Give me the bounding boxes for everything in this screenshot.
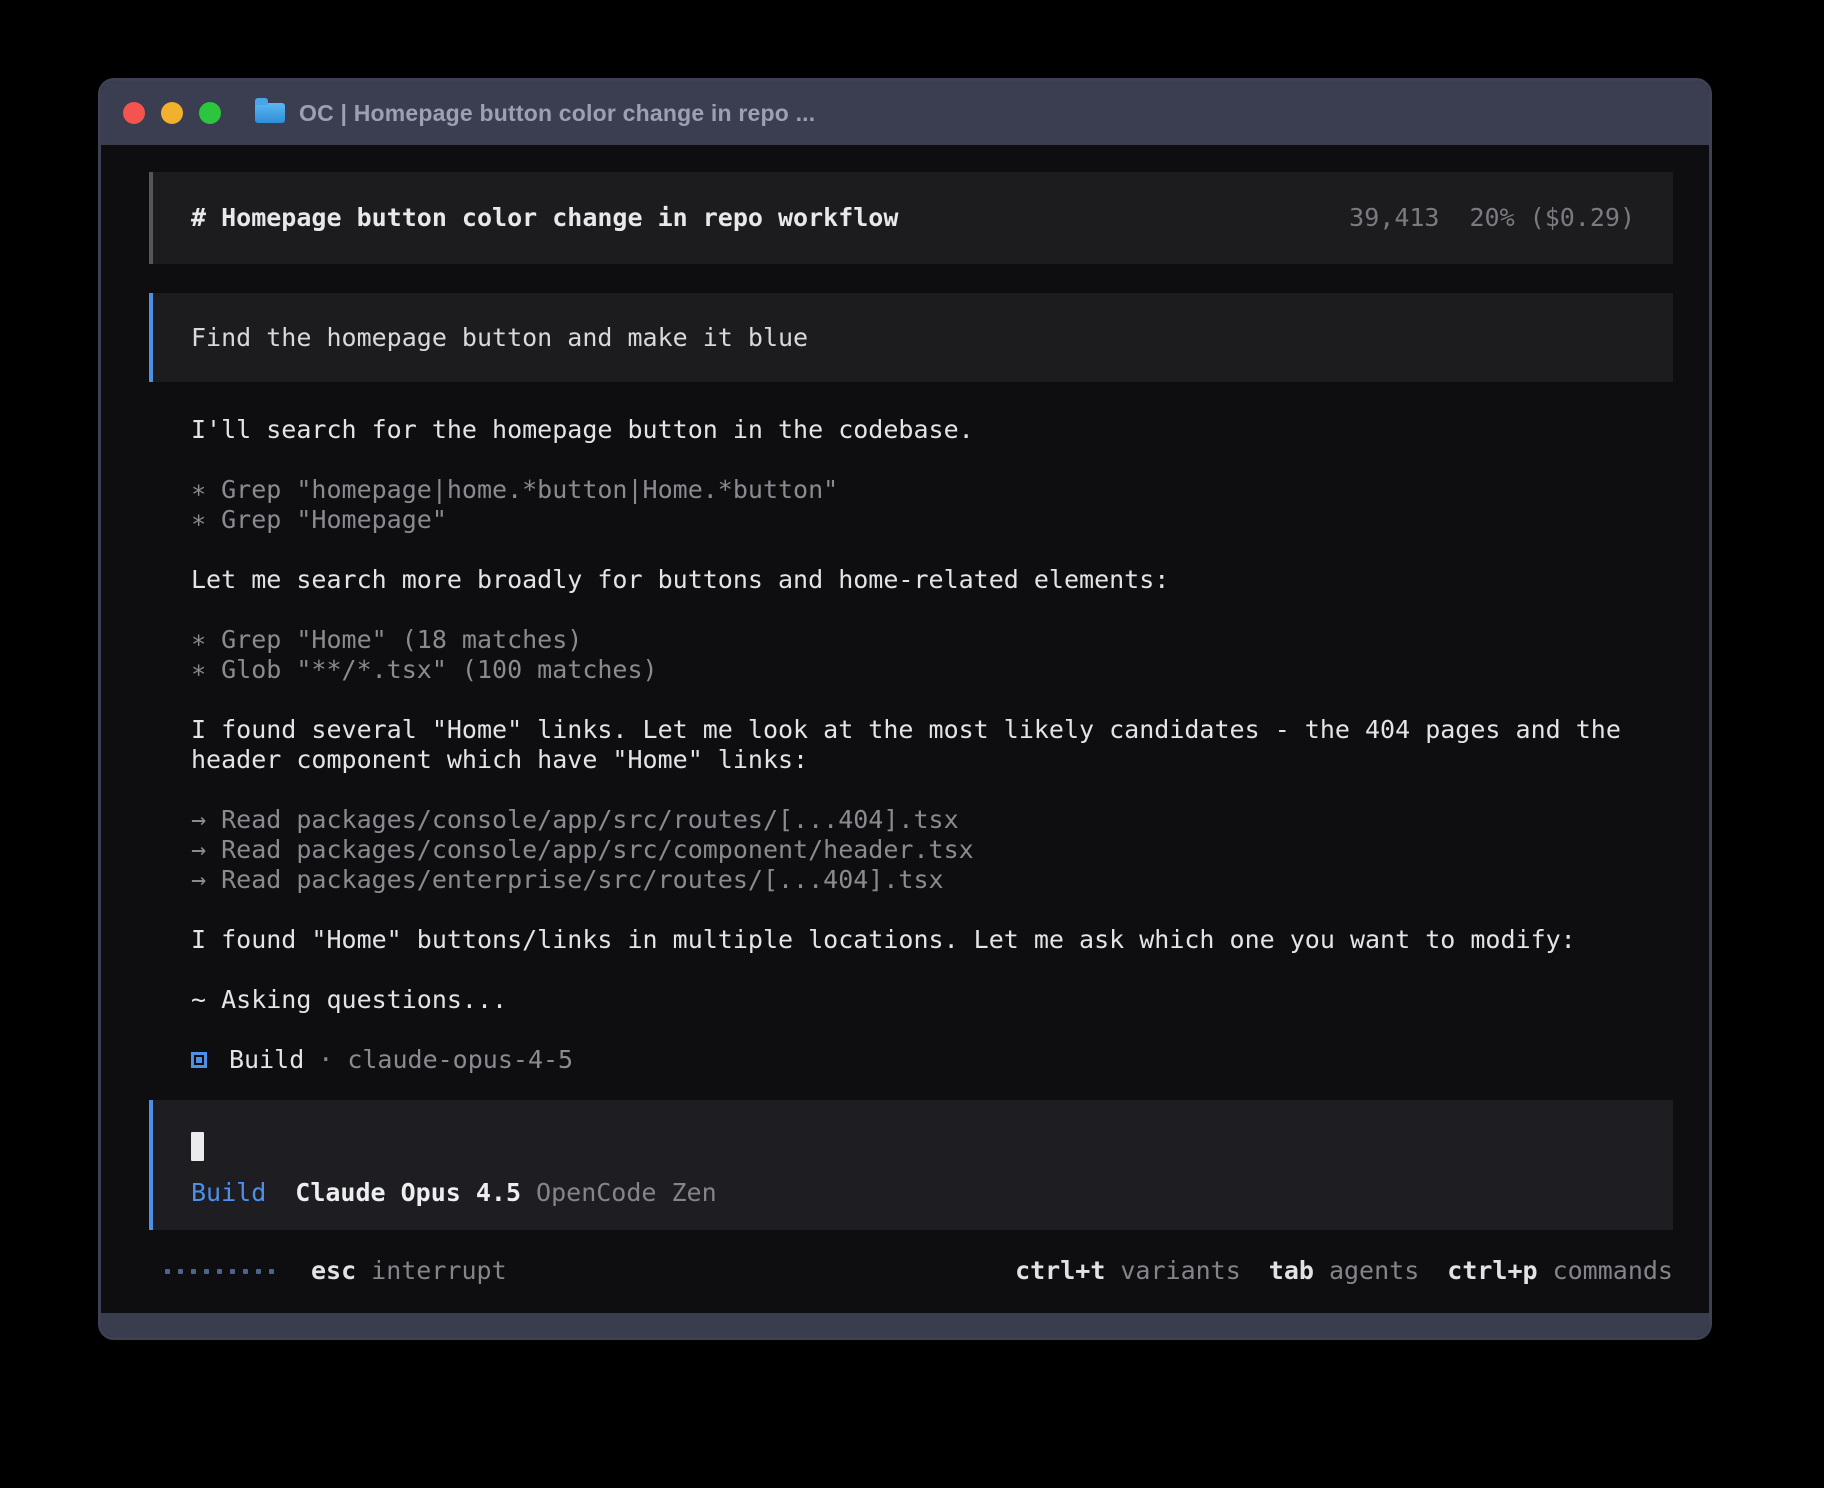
user-message-text: Find the homepage button and make it blu…: [191, 323, 808, 353]
assistant-text-line: I'll search for the homepage button in t…: [191, 415, 1673, 445]
close-button[interactable]: [123, 102, 145, 124]
spinner-dot: [269, 1269, 274, 1274]
tool-call-line: ∗ Grep "Homepage": [191, 505, 1673, 535]
shortcut-key: tab: [1269, 1256, 1314, 1286]
tool-call-line: → Read packages/console/app/src/componen…: [191, 835, 1673, 865]
agent-build-icon: [191, 1052, 207, 1068]
assistant-text: I found "Home" buttons/links in multiple…: [191, 925, 1673, 955]
titlebar[interactable]: OC | Homepage button color change in rep…: [101, 81, 1709, 145]
shortcut-hints: ctrl+t variants tab agents ctrl+p comman…: [1015, 1256, 1673, 1286]
assistant-text-line: I found "Home" buttons/links in multiple…: [191, 925, 1673, 955]
token-count: 39,413: [1349, 203, 1439, 233]
assistant-text: I found several "Home" links. Let me loo…: [191, 715, 1673, 775]
window-bottom-strip: [101, 1313, 1709, 1337]
spinner-dot: [165, 1269, 170, 1274]
shortcut-interrupt: esc interrupt: [311, 1256, 507, 1286]
spinner-dot: [256, 1269, 261, 1274]
user-message: Find the homepage button and make it blu…: [149, 293, 1673, 382]
conversation: I'll search for the homepage button in t…: [149, 415, 1673, 1015]
text-cursor: [191, 1132, 204, 1161]
assistant-text-line: header component which have "Home" links…: [191, 745, 1673, 775]
shortcut-hint: tab agents: [1269, 1256, 1419, 1286]
shortcut-label: agents: [1329, 1256, 1419, 1286]
folder-icon: [255, 103, 285, 123]
input-line[interactable]: [191, 1131, 1635, 1161]
minimize-button[interactable]: [161, 102, 183, 124]
assistant-text-line: Let me search more broadly for buttons a…: [191, 565, 1673, 595]
spinner-dots: [165, 1269, 274, 1274]
terminal-content: # Homepage button color change in repo w…: [101, 145, 1709, 1313]
session-stats: 39,413 20% ($0.29): [1349, 203, 1635, 233]
session-cost: ($0.29): [1530, 203, 1635, 233]
tool-call-line: ∗ Grep "Home" (18 matches): [191, 625, 1673, 655]
traffic-lights: [123, 102, 221, 124]
tool-call-line: ∗ Glob "**/*.tsx" (100 matches): [191, 655, 1673, 685]
shortcut-key: ctrl+t: [1015, 1256, 1105, 1286]
input-meta: Build Claude Opus 4.5 OpenCode Zen: [191, 1178, 1635, 1208]
shortcut-key: esc: [311, 1256, 356, 1286]
agent-model: claude-opus-4-5: [347, 1045, 573, 1075]
spinner-dot: [191, 1269, 196, 1274]
assistant-text: ~ Asking questions...: [191, 985, 1673, 1015]
spinner-dot: [217, 1269, 222, 1274]
agent-status: Build · claude-opus-4-5: [149, 1045, 1673, 1075]
status-bar: esc interrupt ctrl+t variants tab agents…: [149, 1256, 1673, 1286]
agent-name: Build: [229, 1045, 304, 1075]
window-title: OC | Homepage button color change in rep…: [299, 100, 815, 127]
model-label: Claude Opus 4.5: [295, 1178, 521, 1208]
zoom-button[interactable]: [199, 102, 221, 124]
session-title: # Homepage button color change in repo w…: [191, 203, 898, 233]
shortcut-label: interrupt: [371, 1256, 506, 1286]
shortcut-hint: ctrl+t variants: [1015, 1256, 1241, 1286]
spinner-dot: [230, 1269, 235, 1274]
session-header: # Homepage button color change in repo w…: [149, 172, 1673, 264]
tool-call-line: → Read packages/enterprise/src/routes/[.…: [191, 865, 1673, 895]
tool-call-group: → Read packages/console/app/src/routes/[…: [191, 805, 1673, 895]
shortcut-key: ctrl+p: [1447, 1256, 1537, 1286]
assistant-text: I'll search for the homepage button in t…: [191, 415, 1673, 445]
tool-call-line: → Read packages/console/app/src/routes/[…: [191, 805, 1673, 835]
assistant-text-line: ~ Asking questions...: [191, 985, 1673, 1015]
provider-label: OpenCode Zen: [536, 1178, 717, 1208]
tool-call-group: ∗ Grep "Home" (18 matches)∗ Glob "**/*.t…: [191, 625, 1673, 685]
shortcut-hint: ctrl+p commands: [1447, 1256, 1673, 1286]
spinner-dot: [204, 1269, 209, 1274]
shortcut-label: variants: [1120, 1256, 1240, 1286]
assistant-text: Let me search more broadly for buttons a…: [191, 565, 1673, 595]
shortcut-label: commands: [1553, 1256, 1673, 1286]
agent-mode-label: Build: [191, 1178, 266, 1208]
terminal-window: OC | Homepage button color change in rep…: [98, 78, 1712, 1340]
context-usage: 20%: [1469, 203, 1514, 233]
dot-separator: ·: [318, 1045, 333, 1075]
tool-call-group: ∗ Grep "homepage|home.*button|Home.*butt…: [191, 475, 1673, 535]
tool-call-line: ∗ Grep "homepage|home.*button|Home.*butt…: [191, 475, 1673, 505]
prompt-input[interactable]: Build Claude Opus 4.5 OpenCode Zen: [149, 1100, 1673, 1230]
assistant-text-line: I found several "Home" links. Let me loo…: [191, 715, 1673, 745]
spinner-dot: [178, 1269, 183, 1274]
spinner-dot: [243, 1269, 248, 1274]
